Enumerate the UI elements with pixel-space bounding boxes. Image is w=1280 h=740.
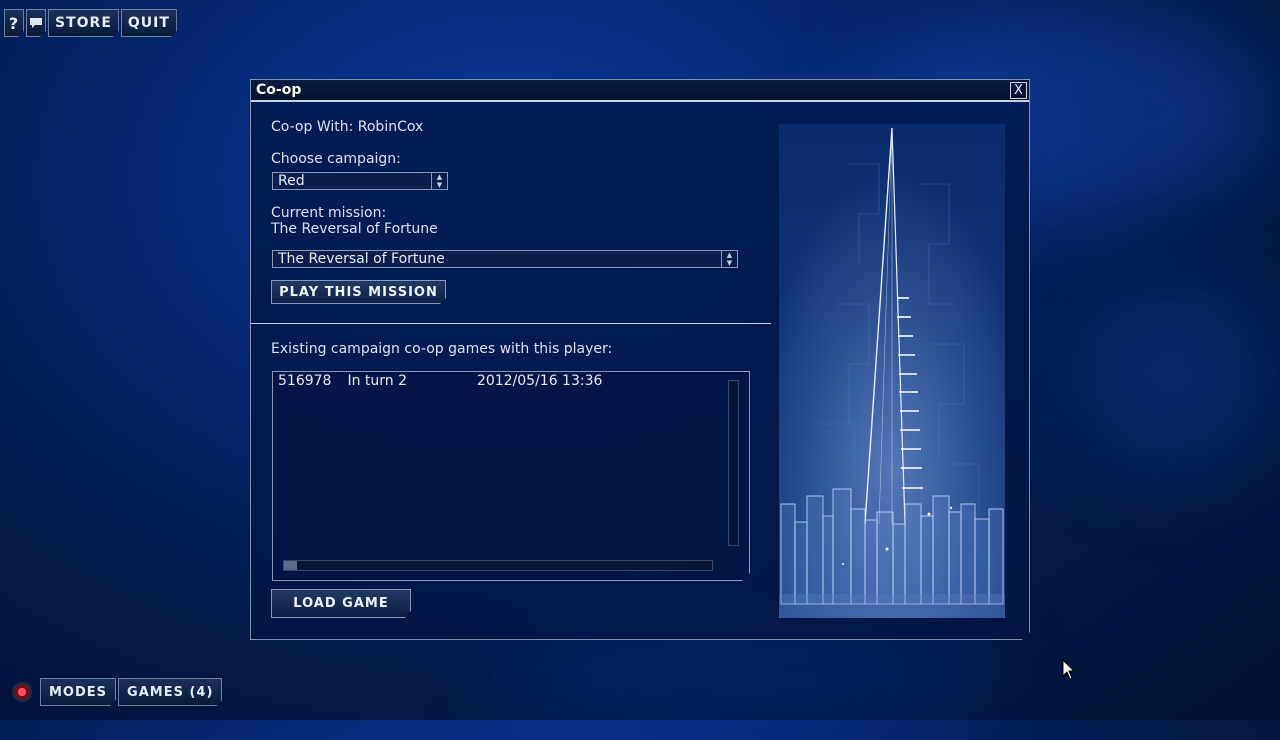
current-mission-name: The Reversal of Fortune — [271, 221, 438, 237]
existing-games-list[interactable]: 516978 In turn 2 2012/05/16 13:36 — [272, 371, 750, 581]
game-date: 2012/05/16 13:36 — [476, 373, 603, 389]
up-arrow-icon: ▲ — [436, 173, 443, 181]
choose-campaign-label: Choose campaign: — [271, 151, 401, 167]
modes-button[interactable]: MODES — [40, 678, 116, 706]
dialog-title: Co-op — [256, 82, 302, 98]
chat-button[interactable] — [26, 9, 46, 37]
scroll-thumb[interactable] — [284, 561, 297, 570]
existing-games-label: Existing campaign co-op games with this … — [271, 341, 613, 357]
section-divider — [251, 323, 771, 324]
question-icon: ? — [8, 13, 20, 33]
horizontal-scrollbar[interactable] — [283, 560, 713, 571]
game-id: 516978 — [278, 373, 332, 389]
up-arrow-icon: ▲ — [726, 251, 733, 259]
bottom-toolbar: MODES GAMES (4) — [12, 678, 222, 706]
vertical-scrollbar[interactable] — [728, 380, 739, 546]
down-arrow-icon: ▼ — [726, 259, 733, 267]
coop-with-label: Co-op With: RobinCox — [271, 119, 424, 135]
campaign-select-value: Red — [278, 173, 305, 189]
game-status: In turn 2 — [347, 373, 408, 389]
down-arrow-icon: ▼ — [436, 181, 443, 189]
mouse-cursor-icon — [1062, 659, 1076, 680]
speech-bubble-icon — [29, 16, 43, 30]
list-item[interactable]: 516978 In turn 2 2012/05/16 13:36 — [278, 373, 602, 389]
mission-select[interactable]: The Reversal of Fortune ▲ ▼ — [272, 250, 738, 268]
current-mission-label: Current mission: — [271, 205, 387, 221]
close-button[interactable]: X — [1010, 82, 1027, 99]
play-mission-button[interactable]: PLAY THIS MISSION — [271, 280, 446, 304]
help-button[interactable]: ? — [4, 9, 24, 37]
top-toolbar: ? STORE QUIT — [4, 9, 177, 39]
campaign-select[interactable]: Red ▲ ▼ — [272, 172, 448, 190]
mission-spinner[interactable]: ▲ ▼ — [721, 251, 737, 267]
record-icon[interactable] — [12, 682, 32, 702]
coop-dialog: Co-op X Co-op With: RobinCox Choose camp… — [250, 79, 1030, 640]
quit-button[interactable]: QUIT — [121, 9, 177, 37]
store-button[interactable]: STORE — [48, 9, 119, 37]
skyscraper-illustration — [779, 124, 1005, 618]
games-button[interactable]: GAMES (4) — [118, 678, 222, 706]
mission-select-value: The Reversal of Fortune — [278, 251, 445, 267]
campaign-spinner[interactable]: ▲ ▼ — [431, 173, 447, 189]
dialog-titlebar: Co-op X — [251, 80, 1029, 102]
load-game-button[interactable]: LOAD GAME — [271, 589, 411, 618]
close-icon: X — [1014, 82, 1023, 98]
